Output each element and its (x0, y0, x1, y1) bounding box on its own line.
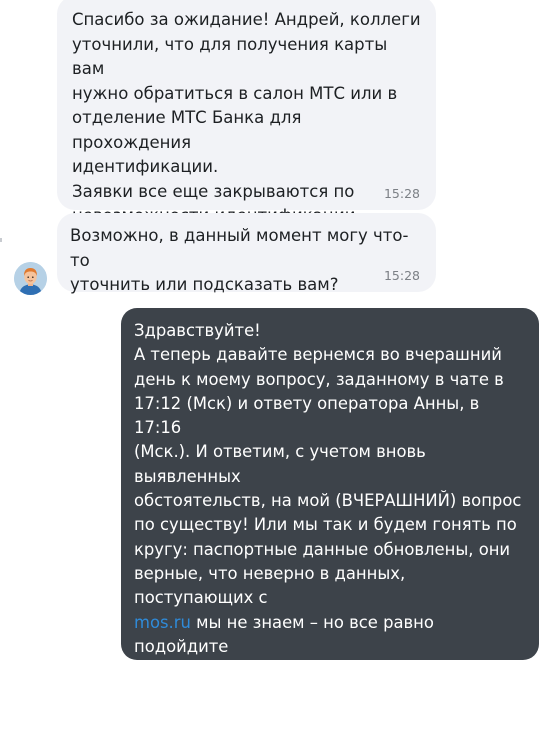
operator-avatar-icon (14, 262, 47, 295)
message-text-part: мы не знаем – но все равно подойдите с п… (134, 612, 492, 754)
operator-message-bubble: Спасибо за ожидание! Андрей, коллеги уто… (57, 0, 436, 225)
chat-messages: Спасибо за ожидание! Андрей, коллеги уто… (0, 0, 560, 753)
user-message-bubble: Здравствуйте! А теперь давайте вернемся … (121, 308, 539, 753)
operator-message-bubble: Возможно, в данный момент могу что-то ут… (57, 213, 436, 294)
message-text: Возможно, в данный момент могу что-то ут… (70, 226, 409, 294)
message-text-part: Здравствуйте! А теперь давайте вернемся … (134, 321, 522, 608)
scroll-edge-marker (0, 238, 2, 242)
message-time: 15:28 (383, 186, 420, 201)
mos-ru-link[interactable]: mos.ru (134, 613, 191, 632)
message-time: 15:28 (383, 268, 420, 283)
message-text: Здравствуйте! А теперь давайте вернемся … (134, 319, 529, 756)
message-text: Спасибо за ожидание! Андрей, коллеги уто… (72, 10, 421, 225)
